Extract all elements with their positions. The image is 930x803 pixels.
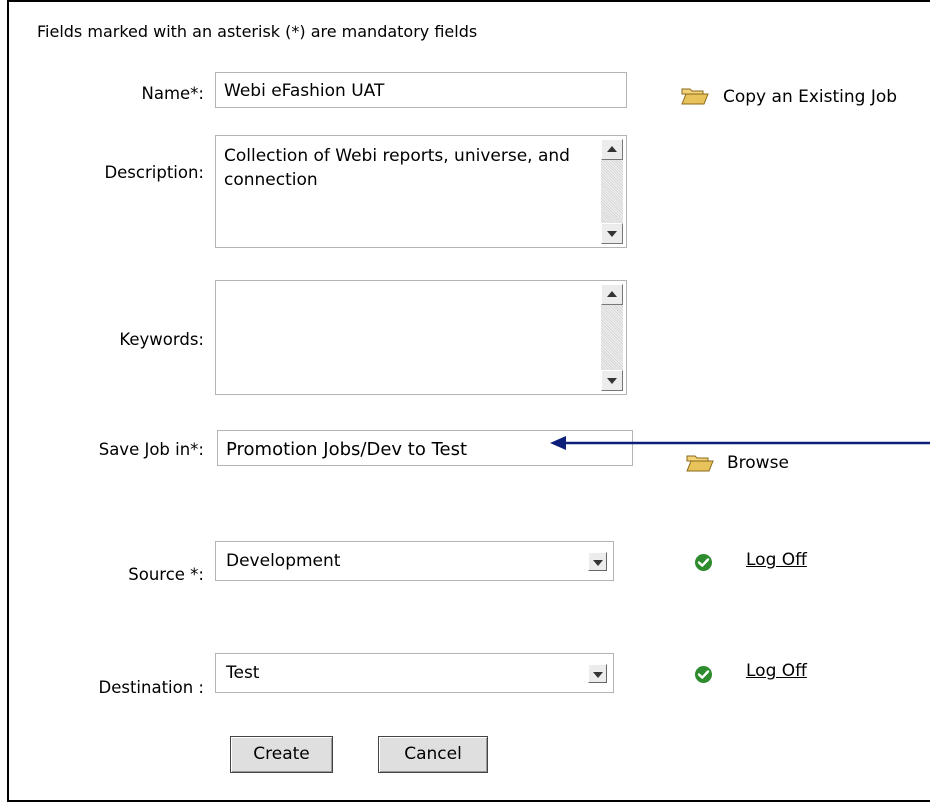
- keywords-textarea[interactable]: [215, 280, 627, 395]
- destination-selected-value: Test: [226, 663, 260, 683]
- cancel-button[interactable]: Cancel: [378, 736, 488, 773]
- scroll-up-button[interactable]: [601, 139, 623, 160]
- scroll-down-button[interactable]: [601, 370, 623, 391]
- save-job-in-label: Save Job in*:: [98, 440, 204, 459]
- mandatory-note: Fields marked with an asterisk (*) are m…: [37, 22, 478, 41]
- destination-log-off-link[interactable]: Log Off: [746, 661, 807, 681]
- chevron-down-icon[interactable]: [588, 664, 607, 683]
- description-scrollbar[interactable]: [601, 139, 623, 244]
- source-selected-value: Development: [226, 551, 341, 571]
- scroll-up-button[interactable]: [601, 284, 623, 305]
- source-label: Source *:: [128, 565, 204, 584]
- browse-link[interactable]: Browse: [727, 453, 789, 473]
- description-label: Description:: [104, 163, 204, 182]
- create-button[interactable]: Create: [230, 736, 333, 773]
- keywords-label: Keywords:: [119, 330, 204, 349]
- copy-existing-job-link[interactable]: Copy an Existing Job: [723, 87, 897, 107]
- scroll-down-button[interactable]: [601, 223, 623, 244]
- arrow-icon: [550, 436, 930, 450]
- check-icon: [695, 666, 712, 683]
- description-text: Collection of Webi reports, universe, an…: [224, 146, 570, 190]
- keywords-scrollbar[interactable]: [601, 284, 623, 391]
- source-select[interactable]: Development: [215, 541, 614, 581]
- source-log-off-link[interactable]: Log Off: [746, 550, 807, 570]
- check-icon: [695, 554, 712, 571]
- destination-label: Destination :: [98, 678, 205, 697]
- description-textarea[interactable]: Collection of Webi reports, universe, an…: [215, 135, 627, 248]
- folder-icon: [681, 88, 709, 105]
- destination-select[interactable]: Test: [215, 653, 614, 693]
- chevron-down-icon[interactable]: [588, 552, 607, 571]
- name-input[interactable]: Webi eFashion UAT: [215, 72, 627, 108]
- name-label: Name*:: [141, 84, 205, 103]
- folder-icon: [686, 455, 714, 472]
